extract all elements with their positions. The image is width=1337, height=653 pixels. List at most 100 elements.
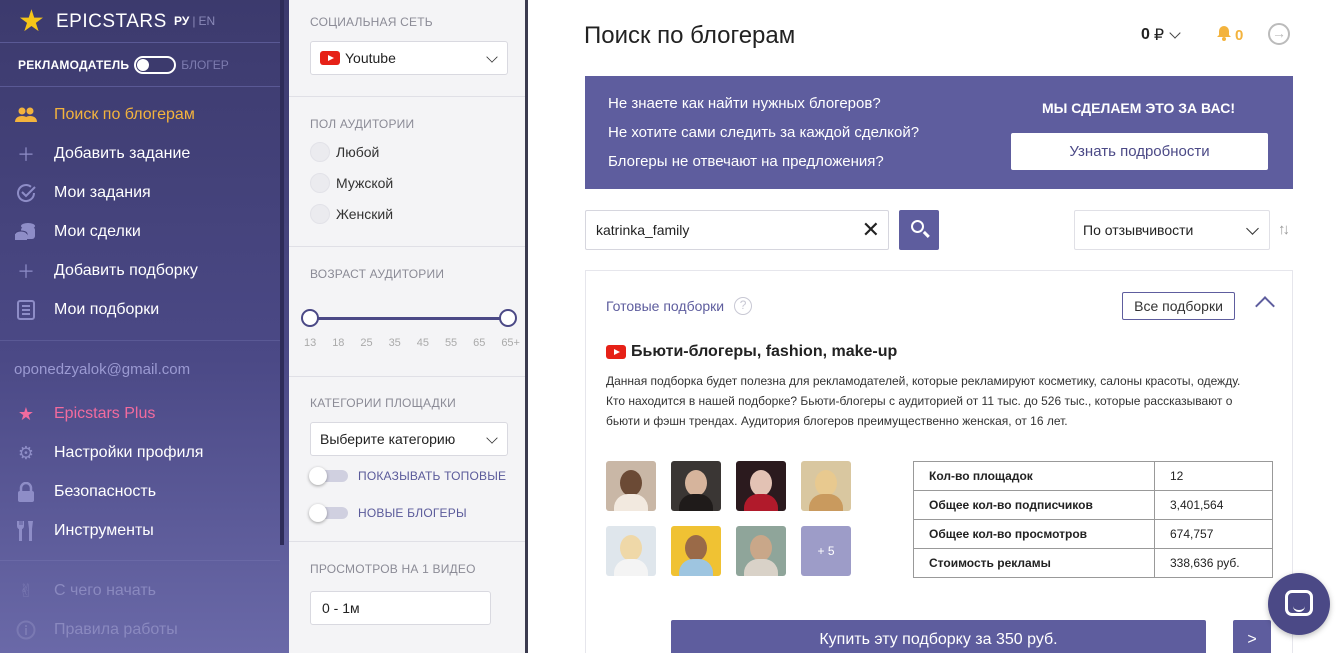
divider [0, 86, 280, 87]
chat-icon [1285, 590, 1313, 616]
buy-collection-button[interactable]: Купить эту подборку за 350 руб. [671, 620, 1206, 653]
role-toggle[interactable] [134, 56, 177, 74]
blogger-avatar[interactable] [736, 526, 786, 576]
gender-option-any[interactable]: Любой [310, 142, 379, 162]
age-tick: 65 [473, 337, 486, 349]
option-label: Мужской [336, 175, 394, 191]
clear-icon[interactable]: ✕ [862, 219, 880, 241]
age-max-handle[interactable] [499, 309, 517, 327]
filter-title: КАТЕГОРИИ ПЛОЩАДКИ [310, 396, 456, 410]
next-button[interactable]: > [1233, 620, 1271, 653]
chat-button[interactable] [1268, 573, 1330, 635]
plus-icon: ＋ [17, 145, 35, 165]
bell-icon [1216, 25, 1232, 45]
blogger-avatar[interactable] [671, 461, 721, 511]
filter-title: ВОЗРАСТ АУДИТОРИИ [310, 267, 445, 281]
sort-select[interactable]: По отзывчивости [1074, 210, 1270, 250]
sidebar-item-my-collections[interactable]: Мои подборки [14, 299, 159, 321]
lock-icon [14, 481, 38, 503]
banner-question: Блогеры не отвечают на предложения? [608, 153, 884, 170]
sidebar-item-label: С чего начать [54, 582, 156, 599]
age-tick: 55 [444, 337, 458, 349]
gender-option-male[interactable]: Мужской [310, 173, 393, 193]
star-logo-icon: ★ [18, 5, 45, 38]
chevron-down-icon [486, 51, 498, 63]
notification-count: 0 [1235, 26, 1244, 44]
views-input[interactable]: 0 - 1м [310, 591, 491, 625]
chevron-down-icon [486, 432, 498, 444]
user-email: oponedzyalok@gmail.com [14, 361, 191, 378]
list-icon [14, 299, 38, 321]
stat-key: Кол-во площадок [913, 461, 1155, 491]
toggle-label: ПОКАЗЫВАТЬ ТОПОВЫЕ [358, 469, 507, 483]
age-min-handle[interactable] [301, 309, 319, 327]
age-tick: 13 [304, 337, 317, 349]
victory-hand-icon: ✌ [18, 580, 34, 601]
age-tick: 35 [388, 337, 401, 349]
search-input[interactable]: katrinka_family ✕ [585, 210, 889, 250]
blogger-avatar[interactable] [736, 461, 786, 511]
role-switch: РЕКЛАМОДАТЕЛЬ БЛОГЕР [18, 56, 229, 74]
blogger-avatar[interactable] [671, 526, 721, 576]
notifications[interactable]: 0 [1216, 25, 1243, 45]
avatar-figure [809, 494, 843, 511]
sidebar-item-profile-settings[interactable]: ⚙ Настройки профиля [14, 442, 204, 464]
sidebar-item-label: Epicstars Plus [54, 405, 156, 422]
age-tick: 65+ [501, 337, 520, 349]
avatar-figure [679, 559, 713, 576]
option-label: Женский [336, 206, 394, 222]
search-button[interactable] [899, 210, 939, 250]
sidebar-item-add-task[interactable]: ＋ Добавить задание [14, 143, 190, 165]
sidebar-item-security[interactable]: Безопасность [14, 481, 156, 503]
learn-more-button[interactable]: Узнать подробности [1011, 133, 1268, 170]
network-select[interactable]: Youtube [310, 41, 508, 75]
more-bloggers-button[interactable]: + 5 [801, 526, 851, 576]
age-tick: 25 [360, 337, 373, 349]
filter-panel: СОЦИАЛЬНАЯ СЕТЬ Youtube ПОЛ АУДИТОРИИ Лю… [289, 0, 528, 653]
radio-circle [310, 173, 330, 193]
all-collections-button[interactable]: Все подборки [1122, 292, 1235, 320]
sidebar-item-search[interactable]: Поиск по блогерам [14, 104, 195, 126]
search-value: katrinka_family [596, 222, 690, 238]
balance-dropdown[interactable]: 0 ₽ [1141, 25, 1181, 45]
sidebar-item-epicstars-plus[interactable]: ★ Epicstars Plus [14, 403, 155, 425]
sort-direction-icon[interactable]: ↑↓ [1278, 221, 1290, 238]
gender-option-female[interactable]: Женский [310, 204, 393, 224]
category-select[interactable]: Выберите категорию [310, 422, 508, 456]
logo[interactable]: ★ EPICSTARS [18, 5, 167, 38]
blogger-avatar[interactable] [606, 461, 656, 511]
lang-en[interactable]: EN [198, 14, 215, 28]
avatar-figure [750, 535, 772, 561]
collection-title: Бьюти-блогеры, fashion, make-up [606, 343, 897, 361]
avatar-figure [679, 494, 713, 511]
chevron-down-icon [1246, 222, 1259, 235]
age-range-track[interactable] [310, 317, 508, 320]
logout-icon[interactable]: → [1268, 23, 1290, 45]
sidebar-item-label: Мои задания [54, 184, 151, 201]
new-bloggers-toggle[interactable]: НОВЫЕ БЛОГЕРЫ [309, 504, 467, 522]
avatar-figure [685, 535, 707, 561]
blogger-avatar[interactable] [801, 461, 851, 511]
main-content: Поиск по блогерам 0 ₽ 0 → Не знаете как … [528, 0, 1337, 653]
show-top-toggle[interactable]: ПОКАЗЫВАТЬ ТОПОВЫЕ [309, 467, 507, 485]
avatar-figure [614, 494, 648, 511]
help-icon[interactable]: ? [734, 297, 753, 315]
lang-ru[interactable]: РУ [174, 14, 189, 28]
sidebar-item-my-tasks[interactable]: Мои задания [14, 182, 151, 204]
stat-key: Общее кол-во подписчиков [913, 490, 1155, 520]
sidebar-item-rules[interactable]: Правила работы [14, 619, 178, 641]
role-advertiser-label: РЕКЛАМОДАТЕЛЬ [18, 58, 130, 72]
blogger-avatar[interactable] [606, 526, 656, 576]
stat-value: 674,757 [1154, 519, 1273, 549]
sidebar-item-label: Правила работы [54, 621, 178, 638]
sidebar-item-tools[interactable]: Инструменты [14, 520, 154, 542]
sidebar-item-label: Настройки профиля [54, 444, 204, 461]
sidebar-item-add-collection[interactable]: ＋ Добавить подборку [14, 260, 198, 282]
filter-gender-section: ПОЛ АУДИТОРИИ Любой Мужской Женский [289, 97, 527, 247]
sidebar-item-label: Добавить задание [54, 145, 191, 162]
chevron-up-icon[interactable] [1255, 296, 1275, 316]
avatar-figure [620, 535, 642, 561]
sidebar-item-my-deals[interactable]: Мои сделки [14, 221, 141, 243]
sidebar-scrollbar[interactable] [280, 0, 284, 545]
sidebar-item-getting-started[interactable]: ✌ С чего начать [14, 580, 156, 602]
